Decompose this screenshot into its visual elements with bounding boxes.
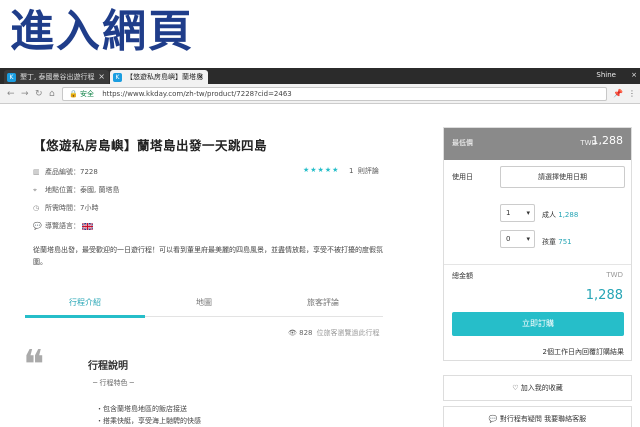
close-icon[interactable]: × [98,70,105,84]
divider [444,264,631,265]
contact-label: 對行程有疑問 我要聯絡客服 [499,415,587,423]
tab-label: 墾丁, 泰國曼谷出遊行程 [20,73,95,81]
add-to-wishlist-button[interactable]: ♡ 加入我的收藏 [443,375,632,401]
code-value: 7228 [80,168,98,176]
date-select-button[interactable]: 請選擇使用日期 [500,166,625,188]
product-title: 【悠遊私房島嶼】蘭塔島出發一天跳四島 [33,138,268,153]
child-price: 751 [558,238,572,246]
screenshot: 進入網頁 K 墾丁, 泰國曼谷出遊行程 × K 【悠遊私房島嶼】蘭塔島 × Sh… [0,0,640,427]
url-text: https://www.kkday.com/zh-tw/product/7228… [102,90,292,98]
secure-label: 安全 [79,90,94,98]
child-row: 孩童 751 [542,237,572,247]
child-qty-select[interactable]: 0 ▾ [500,230,535,248]
menu-icon[interactable]: ⋮ [628,88,636,100]
tab-reviews[interactable]: 旅客評論 [263,297,383,308]
confirmation-note: 2個工作日內回覆訂購結果 [542,348,624,356]
tab-label: 【悠遊私房島嶼】蘭塔島 [126,73,203,81]
adult-label: 成人 [542,211,556,219]
product-tabs: 行程介紹 地圖 旅客評論 [25,289,383,318]
browser-tab-1[interactable]: K 墾丁, 泰國曼谷出遊行程 × [4,70,109,84]
review-count[interactable]: 1 則評論 [349,166,379,176]
lowest-price-label: 最低價 [452,139,473,147]
clock-icon: ◷ [33,204,40,212]
page-heading: 進入網頁 [10,6,194,57]
child-label: 孩童 [542,238,556,246]
section-subtitle: ─ 行程特色 ─ [93,379,134,387]
review-count-label: 則評論 [357,167,379,175]
adult-qty-select[interactable]: 1 ▾ [500,204,535,222]
lowest-price-value: 1,288 [591,134,624,147]
uk-flag-icon [81,221,94,231]
child-qty-value: 0 [506,235,511,243]
forward-icon[interactable]: → [21,88,29,100]
browser-tab-2[interactable]: K 【悠遊私房島嶼】蘭塔島 × [110,70,208,84]
total-price: 1,288 [585,288,623,303]
feature-item: ・搭乘快艇，享受海上馳騁的快感 [96,417,201,425]
kkday-favicon-icon: K [7,73,16,82]
location-value: 泰國, 蘭塔島 [80,186,120,194]
view-count-value: 828 [299,329,313,337]
product-description: 從蘭塔島出發，最受歡迎的一日遊行程！可以看到董里府最美麗的四島風景，並盡情放鬆，… [33,246,383,266]
back-icon[interactable]: ← [7,88,15,100]
close-icon[interactable]: × [197,70,204,84]
location-label: 地點位置： [45,186,80,194]
quote-icon: ❝ [23,342,45,388]
product-code-row: ▥ 產品編號：7228 [33,167,98,177]
date-label: 使用日 [452,173,473,181]
view-count-label: 位旅客瀏覽過此行程 [316,329,380,337]
chevron-down-icon: ▾ [526,209,530,217]
profile-name[interactable]: Shine [596,69,616,81]
adult-qty-value: 1 [506,209,511,217]
lowest-price-header: 最低價 TWD 1,288 [444,128,631,160]
feature-item: ・包含蘭塔島地區的飯店接送 [96,405,187,413]
chat-bubble-icon: 💬 [488,415,498,423]
eye-icon: 👁 [288,329,297,337]
total-currency: TWD [606,271,623,279]
wishlist-label: 加入我的收藏 [520,384,563,392]
duration-row: ◷ 所需時間：7小時 [33,203,98,213]
language-row: 💬 導覽語言： [33,221,94,231]
browser-tab-bar: K 墾丁, 泰國曼谷出遊行程 × K 【悠遊私房島嶼】蘭塔島 × [0,68,640,84]
code-label: 產品編號： [45,168,80,176]
language-label: 導覽語言： [45,222,80,230]
location-pin-icon: ⌖ [33,186,37,194]
duration-value: 7小時 [80,204,99,212]
total-label: 總金額 [452,272,473,280]
book-now-button[interactable]: 立即訂購 [452,312,624,336]
section-title: 行程說明 [88,361,128,372]
tab-itinerary[interactable]: 行程介紹 [25,297,145,308]
adult-price: 1,288 [558,211,579,219]
kkday-favicon-icon: K [113,73,122,82]
location-row: ⌖ 地點位置：泰國, 蘭塔島 [33,185,119,195]
tab-map[interactable]: 地圖 [144,297,264,308]
review-count-value: 1 [349,167,354,175]
contact-support-button[interactable]: 💬 對行程有疑問 我要聯絡客服 [443,406,632,427]
rating-stars: ★★★★★ [303,166,340,174]
address-bar[interactable]: 🔒 安全 https://www.kkday.com/zh-tw/product… [62,87,607,101]
chevron-down-icon: ▾ [526,235,530,243]
barcode-icon: ▥ [33,168,40,176]
reload-icon[interactable]: ↻ [35,88,43,100]
active-tab-indicator [25,315,145,318]
home-icon[interactable]: ⌂ [49,88,55,100]
browser-toolbar: ← → ↻ ⌂ 🔒 安全 https://www.kkday.com/zh-tw… [0,84,640,104]
lock-icon: 🔒 [69,90,78,98]
heart-icon: ♡ [512,384,519,392]
adult-row: 成人 1,288 [542,210,578,220]
view-count: 👁 828 位旅客瀏覽過此行程 [288,328,380,338]
duration-label: 所需時間： [45,204,80,212]
booking-card: 最低價 TWD 1,288 使用日 請選擇使用日期 1 ▾ 成人 1,288 0 ▾… [443,127,632,361]
window-close-icon[interactable]: × [631,69,637,81]
pin-icon[interactable]: 📌 [613,88,623,100]
chat-icon: 💬 [33,222,42,230]
